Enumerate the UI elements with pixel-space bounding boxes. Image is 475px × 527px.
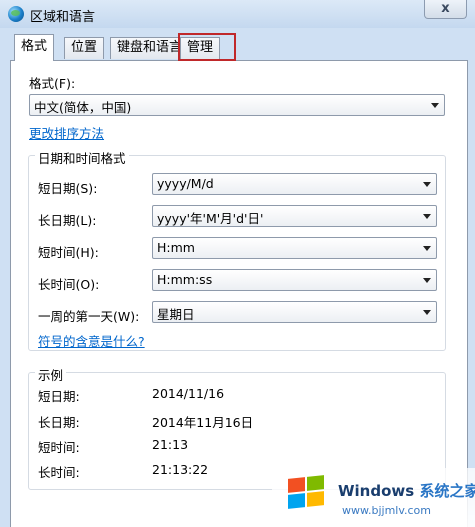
short-time-value: H:mm: [157, 240, 195, 255]
symbols-meaning-link[interactable]: 符号的含意是什么?: [38, 331, 145, 350]
windows-logo-icon: [286, 475, 326, 510]
first-day-label: 一周的第一天(W):: [38, 309, 140, 324]
close-button[interactable]: x: [424, 0, 467, 19]
example-short-time-value: 21:13: [152, 437, 189, 452]
format-select[interactable]: 中文(简体，中国): [29, 94, 445, 116]
long-date-value: yyyy'年'M'月'd'日': [157, 211, 264, 226]
long-date-select[interactable]: yyyy'年'M'月'd'日': [152, 205, 437, 227]
chevron-down-icon: [423, 182, 431, 187]
watermark-cn: 系统之家: [419, 482, 475, 500]
watermark: Windows 系统之家 www.bjjmlv.com: [272, 468, 475, 527]
short-time-select[interactable]: H:mm: [152, 237, 437, 259]
chevron-down-icon: [423, 214, 431, 219]
window-title: 区域和语言: [30, 10, 96, 25]
first-day-value: 星期日: [157, 307, 195, 322]
example-long-time-value: 21:13:22: [152, 462, 209, 477]
tab-location[interactable]: 位置: [64, 37, 105, 59]
example-short-date-label: 短日期:: [38, 389, 80, 404]
short-time-label: 短时间(H):: [38, 245, 99, 260]
short-date-select[interactable]: yyyy/M/d: [152, 173, 437, 195]
format-panel: 格式(F): 中文(简体，中国) 更改排序方法 日期和时间格式 短日期(S): …: [10, 60, 468, 527]
tab-format[interactable]: 格式: [14, 34, 55, 61]
chevron-down-icon: [423, 246, 431, 251]
chevron-down-icon: [423, 310, 431, 315]
example-long-date-label: 长日期:: [38, 415, 80, 430]
watermark-url: www.bjjmlv.com: [342, 504, 431, 517]
datetime-group-title: 日期和时间格式: [35, 148, 129, 167]
long-time-value: H:mm:ss: [157, 272, 213, 287]
chevron-down-icon: [423, 278, 431, 283]
examples-group-title: 示例: [35, 365, 67, 384]
title-bar: 区域和语言 x: [0, 0, 475, 28]
tab-admin[interactable]: 管理: [180, 37, 221, 59]
change-sort-link[interactable]: 更改排序方法: [29, 123, 104, 142]
example-short-time-label: 短时间:: [38, 440, 80, 455]
long-time-select[interactable]: H:mm:ss: [152, 269, 437, 291]
example-long-date-value: 2014年11月16日: [152, 415, 254, 430]
long-time-label: 长时间(O):: [38, 277, 100, 292]
globe-icon: [8, 6, 24, 22]
example-long-time-label: 长时间:: [38, 465, 80, 480]
tab-keyboard-language[interactable]: 键盘和语言: [110, 37, 190, 59]
format-label: 格式(F):: [29, 76, 76, 91]
example-short-date-value: 2014/11/16: [152, 386, 225, 401]
short-date-label: 短日期(S):: [38, 181, 98, 196]
watermark-brand: Windows 系统之家: [338, 480, 475, 501]
short-date-value: yyyy/M/d: [157, 176, 214, 191]
watermark-brand-name: Windows: [338, 482, 415, 500]
long-date-label: 长日期(L):: [38, 213, 97, 228]
format-select-value: 中文(简体，中国): [34, 100, 132, 115]
chevron-down-icon: [431, 103, 439, 108]
first-day-select[interactable]: 星期日: [152, 301, 437, 323]
